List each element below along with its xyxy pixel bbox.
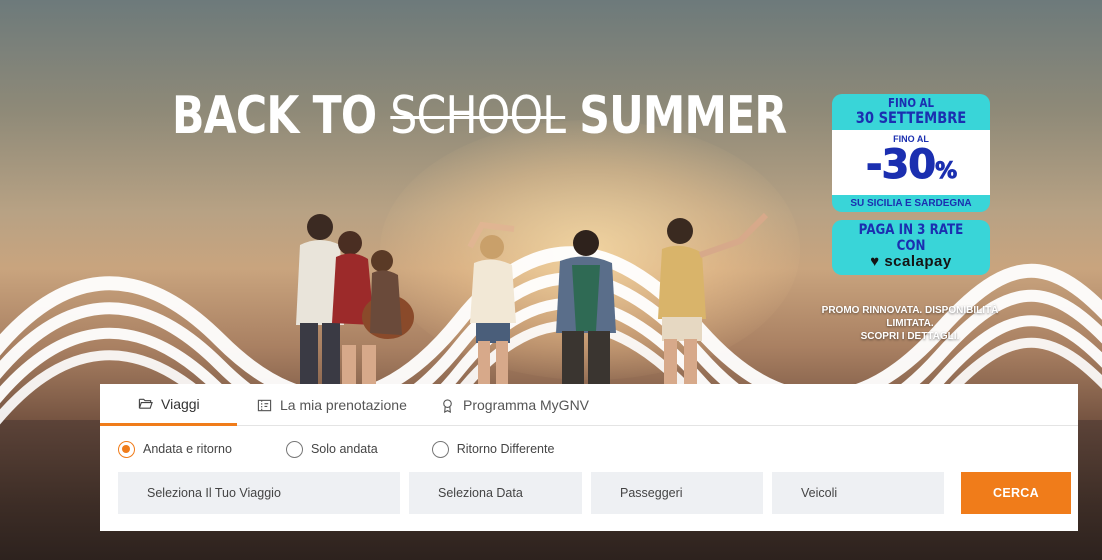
booking-search-panel: Viaggi La mia prenotazione Programma MyG… xyxy=(100,384,1078,531)
radio-label: Solo andata xyxy=(310,442,378,456)
promo-deadline: FINO AL 30 SETTEMBRE xyxy=(832,94,990,131)
promo-badge[interactable]: FINO AL 30 SETTEMBRE FINO AL -30% SU SIC… xyxy=(832,94,990,275)
promo-note[interactable]: PROMO RINNOVATA. DISPONIBILITÀ LIMITATA.… xyxy=(812,304,1008,343)
radio-solo-andata[interactable]: Solo andata xyxy=(285,440,378,458)
promo-installments-text: PAGA IN 3 RATE CON xyxy=(858,222,964,254)
tab-label: Viaggi xyxy=(161,395,200,412)
promo-note-line-2: SCOPRI I DETTAGLI. xyxy=(860,331,960,342)
ticket-icon xyxy=(257,399,272,411)
radio-ritorno-differente[interactable]: Ritorno Differente xyxy=(431,440,555,458)
date-select-field[interactable]: Seleziona Data xyxy=(409,472,582,514)
promo-discount: FINO AL -30% xyxy=(832,130,990,196)
radio-button[interactable] xyxy=(431,440,449,458)
promo-until-date: 30 SETTEMBRE xyxy=(855,107,967,127)
tab-label: Programma MyGNV xyxy=(463,397,590,413)
folder-open-icon xyxy=(138,398,153,409)
booking-tabs: Viaggi La mia prenotazione Programma MyG… xyxy=(100,384,1078,426)
tab-viaggi[interactable]: Viaggi xyxy=(100,384,237,426)
radio-label: Ritorno Differente xyxy=(456,442,555,456)
promo-discount-scope: SU SICILIA E SARDEGNA xyxy=(832,195,990,213)
radio-andata-e-ritorno[interactable]: Andata e ritorno xyxy=(118,440,232,458)
radio-button-checked[interactable] xyxy=(118,440,135,458)
search-fields: Seleziona Il Tuo Viaggio Seleziona Data … xyxy=(100,472,1078,514)
search-button[interactable]: CERCA xyxy=(961,472,1071,514)
promo-note-line-1: PROMO RINNOVATA. DISPONIBILITÀ LIMITATA. xyxy=(821,305,999,329)
radio-button[interactable] xyxy=(285,440,303,458)
tab-la-mia-prenotazione[interactable]: La mia prenotazione xyxy=(237,384,424,426)
scalapay-logo: ♥ scalapay xyxy=(870,253,952,271)
headline-part-2: SUMMER xyxy=(579,86,787,146)
promo-discount-value: -30% xyxy=(865,142,957,189)
award-icon xyxy=(443,398,452,413)
headline-part-1: BACK TO xyxy=(172,86,377,146)
tab-programma-mygnv[interactable]: Programma MyGNV xyxy=(424,384,589,426)
radio-label: Andata e ritorno xyxy=(143,442,232,456)
trip-type-options: Andata e ritorno Solo andata Ritorno Dif… xyxy=(100,426,1078,472)
vehicles-field[interactable]: Veicoli xyxy=(772,472,944,514)
hero-headline: BACK TO SCHOOL SUMMER xyxy=(172,86,787,146)
headline-strikethrough: SCHOOL xyxy=(390,86,566,146)
trip-select-field[interactable]: Seleziona Il Tuo Viaggio xyxy=(118,472,400,514)
tab-label: La mia prenotazione xyxy=(280,397,407,413)
dancing-people-illustration xyxy=(296,212,769,387)
passengers-field[interactable]: Passeggeri xyxy=(591,472,763,514)
promo-installments: PAGA IN 3 RATE CON ♥ scalapay xyxy=(832,220,990,275)
